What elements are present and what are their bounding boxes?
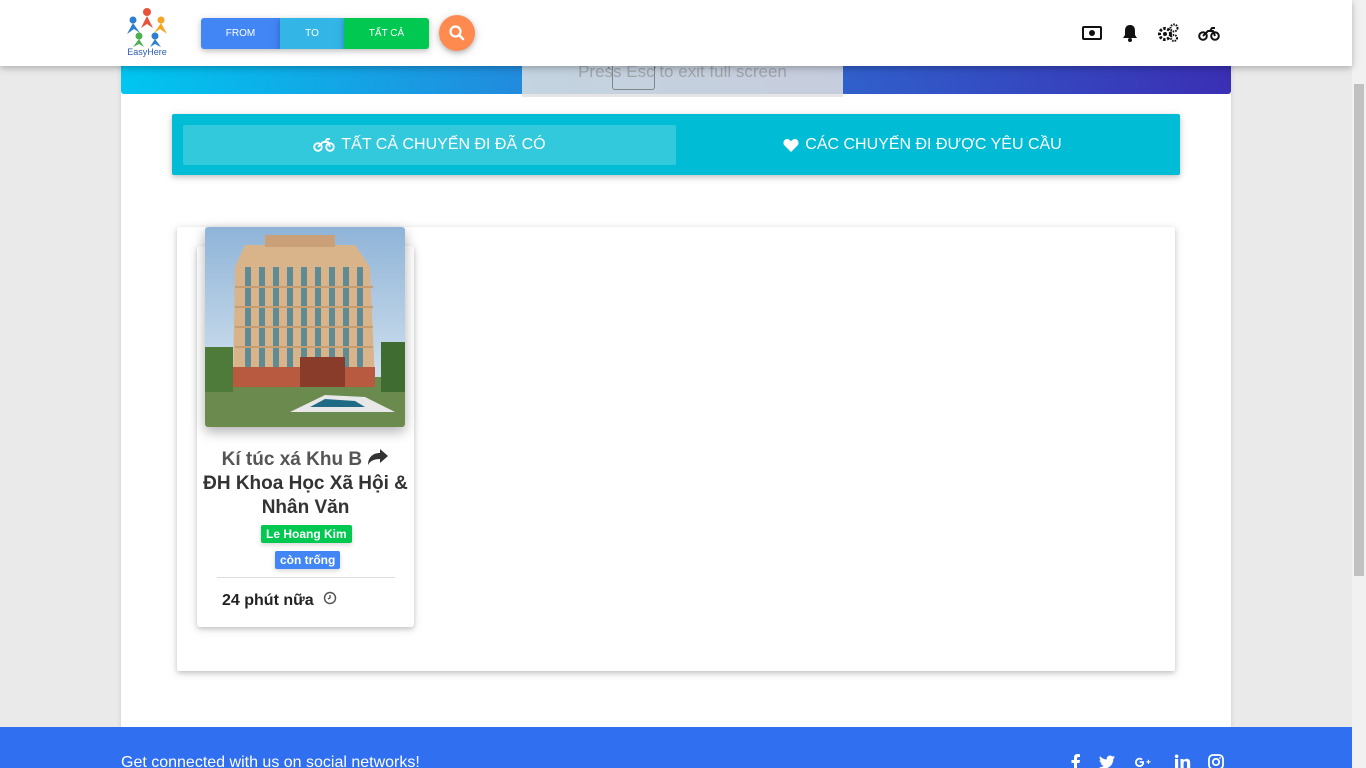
trip-destination: ĐH Khoa Học Xã Hội & Nhân Văn — [203, 473, 408, 518]
trip-photo[interactable] — [205, 227, 405, 427]
filter-to-button[interactable]: TO — [280, 18, 344, 49]
filter-from-button[interactable]: FROM — [201, 18, 280, 49]
search-button[interactable] — [439, 15, 475, 51]
tab-all-trips[interactable]: TẤT CẢ CHUYẾN ĐI ĐÃ CÓ — [183, 125, 676, 165]
card-divider — [217, 577, 395, 578]
google-plus-icon[interactable] — [1134, 754, 1152, 768]
money-icon[interactable] — [1081, 23, 1103, 43]
heart-icon — [783, 139, 799, 152]
brand-name: EasyHere — [127, 47, 167, 57]
search-icon — [449, 25, 465, 41]
share-arrow-icon — [368, 449, 389, 465]
twitter-icon[interactable] — [1098, 754, 1116, 768]
navbar: EasyHere FROM TO TẤT CẢ — [0, 0, 1352, 66]
clock-icon — [323, 591, 337, 605]
page-scrollbar[interactable] — [1352, 0, 1366, 768]
tab-requested-trips[interactable]: CÁC CHUYẾN ĐI ĐƯỢC YÊU CẦU — [676, 125, 1169, 165]
university-building-image — [205, 227, 405, 427]
scrollbar-thumb[interactable] — [1354, 84, 1364, 576]
linkedin-icon[interactable] — [1174, 754, 1192, 768]
trip-route: Kí túc xá Khu B ĐH Khoa Học Xã Hội & Nhâ… — [197, 448, 414, 520]
trip-tabs: TẤT CẢ CHUYẾN ĐI ĐÃ CÓ CÁC CHUYẾN ĐI ĐƯỢ… — [172, 114, 1180, 175]
motorcycle-icon[interactable] — [1198, 23, 1220, 43]
facebook-icon[interactable] — [1067, 754, 1085, 768]
departure-time: 24 phút nữa — [222, 592, 314, 609]
motorcycle-icon — [313, 138, 336, 152]
easyhere-logo[interactable]: EasyHere — [123, 6, 171, 60]
instagram-icon[interactable] — [1207, 754, 1225, 768]
filter-all-button[interactable]: TẤT CẢ — [344, 18, 429, 49]
bell-icon[interactable] — [1119, 23, 1141, 43]
logo-people-icon — [127, 8, 167, 47]
footer-social-text: Get connected with us on social networks… — [121, 754, 420, 768]
tab-all-trips-label: TẤT CẢ CHUYẾN ĐI ĐÃ CÓ — [341, 136, 546, 153]
cogs-icon[interactable] — [1157, 23, 1179, 43]
driver-badge: Le Hoang Kim — [261, 525, 352, 543]
trip-origin: Kí túc xá Khu B — [221, 449, 363, 470]
tab-requested-trips-label: CÁC CHUYẾN ĐI ĐƯỢC YÊU CẦU — [805, 136, 1062, 153]
status-badge: còn trống — [275, 551, 341, 569]
